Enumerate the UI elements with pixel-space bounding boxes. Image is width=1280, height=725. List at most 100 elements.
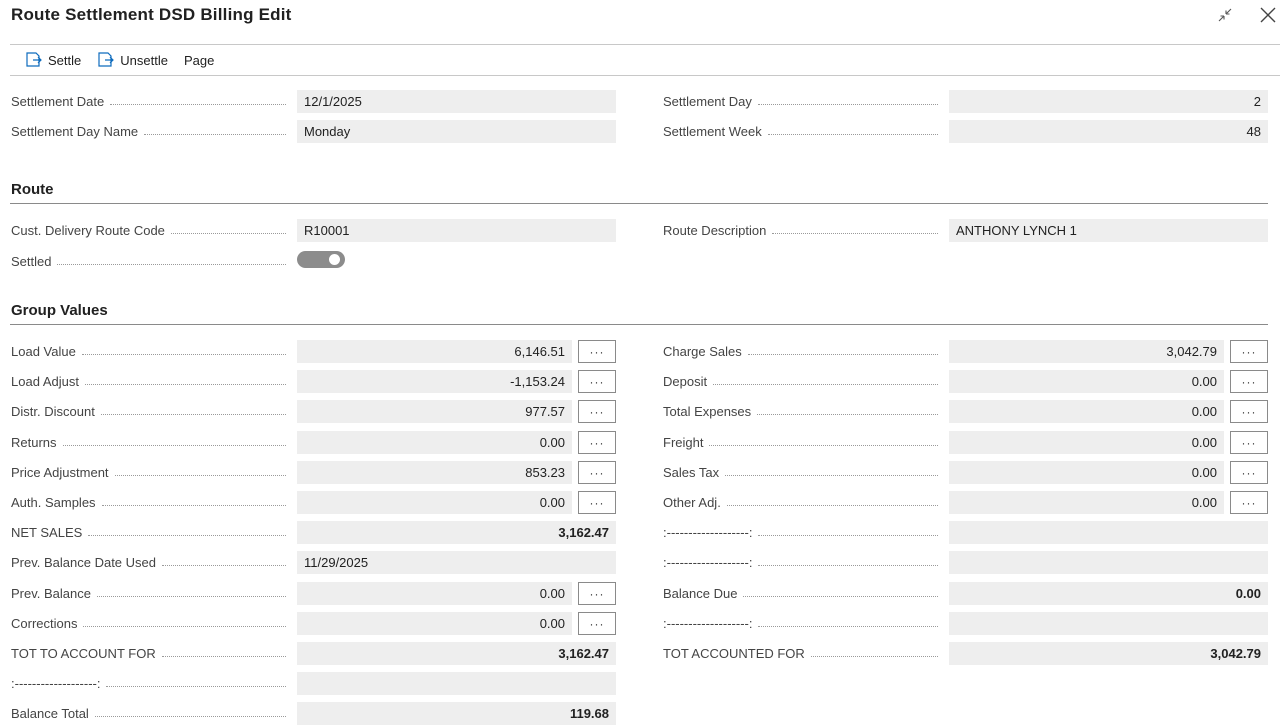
balance-total-field[interactable]: 119.68 — [297, 702, 616, 725]
tot-accounted-for-label: TOT ACCOUNTED FOR — [663, 646, 811, 661]
route-description-field[interactable]: ANTHONY LYNCH 1 — [949, 219, 1268, 242]
separator-field[interactable] — [949, 551, 1268, 574]
group-values-divider — [10, 324, 1268, 325]
price-adjustment-lookup-button[interactable]: ··· — [578, 461, 616, 484]
prev-balance-lookup-button[interactable]: ··· — [578, 582, 616, 605]
freight-lookup-button[interactable]: ··· — [1230, 431, 1268, 454]
settled-label: Settled — [11, 254, 58, 269]
total-expenses-row: Total Expenses 0.00 ··· — [663, 400, 1268, 423]
balance-due-row: Balance Due 0.00 — [663, 582, 1268, 605]
separator-field[interactable] — [949, 521, 1268, 544]
other-adj-lookup-button[interactable]: ··· — [1230, 491, 1268, 514]
net-sales-field[interactable]: 3,162.47 — [297, 521, 616, 544]
settlement-day-row: Settlement Day 2 — [663, 90, 1268, 113]
route-divider — [10, 203, 1268, 204]
returns-label: Returns — [11, 435, 63, 450]
separator-label: :-------------------: — [663, 525, 759, 540]
balance-due-label: Balance Due — [663, 586, 744, 601]
balance-due-field[interactable]: 0.00 — [949, 582, 1268, 605]
returns-field[interactable]: 0.00 — [297, 431, 572, 454]
day-name-field[interactable]: Monday — [297, 120, 616, 143]
separator-row: :-------------------: — [663, 612, 1268, 635]
settlement-date-label: Settlement Date — [11, 94, 111, 109]
unsettle-icon — [98, 52, 115, 67]
freight-field[interactable]: 0.00 — [949, 431, 1224, 454]
load-adjust-lookup-button[interactable]: ··· — [578, 370, 616, 393]
close-icon[interactable] — [1257, 4, 1279, 26]
charge-sales-lookup-button[interactable]: ··· — [1230, 340, 1268, 363]
prev-balance-row: Prev. Balance 0.00 ··· — [11, 582, 616, 605]
separator-label: :-------------------: — [663, 616, 759, 631]
settlement-day-label: Settlement Day — [663, 94, 758, 109]
prev-balance-date-used-field[interactable]: 11/29/2025 — [297, 551, 616, 574]
separator-row: :-------------------: — [663, 521, 1268, 544]
collapse-icon[interactable] — [1214, 4, 1236, 26]
route-description-row: Route Description ANTHONY LYNCH 1 — [663, 219, 1268, 242]
auth-samples-lookup-button[interactable]: ··· — [578, 491, 616, 514]
corrections-field[interactable]: 0.00 — [297, 612, 572, 635]
day-name-label: Settlement Day Name — [11, 124, 145, 139]
load-adjust-row: Load Adjust -1,153.24 ··· — [11, 370, 616, 393]
load-value-lookup-button[interactable]: ··· — [578, 340, 616, 363]
separator-row: :-------------------: — [11, 672, 616, 695]
route-code-label: Cust. Delivery Route Code — [11, 223, 171, 238]
auth-samples-label: Auth. Samples — [11, 495, 102, 510]
other-adj-row: Other Adj. 0.00 ··· — [663, 491, 1268, 514]
settlement-week-label: Settlement Week — [663, 124, 768, 139]
unsettle-button[interactable]: Unsettle — [97, 52, 168, 68]
settled-row: Settled — [11, 250, 616, 273]
route-code-field[interactable]: R10001 — [297, 219, 616, 242]
prev-balance-field[interactable]: 0.00 — [297, 582, 572, 605]
returns-lookup-button[interactable]: ··· — [578, 431, 616, 454]
settlement-date-field[interactable]: 12/1/2025 — [297, 90, 616, 113]
deposit-label: Deposit — [663, 374, 714, 389]
separator-row: :-------------------: — [663, 551, 1268, 574]
separator-label: :-------------------: — [663, 555, 759, 570]
auth-samples-field[interactable]: 0.00 — [297, 491, 572, 514]
tot-to-account-for-row: TOT TO ACCOUNT FOR 3,162.47 — [11, 642, 616, 665]
distr-discount-field[interactable]: 977.57 — [297, 400, 572, 423]
settlement-week-field[interactable]: 48 — [949, 120, 1268, 143]
load-adjust-label: Load Adjust — [11, 374, 85, 389]
settle-button[interactable]: Settle — [25, 52, 81, 68]
deposit-lookup-button[interactable]: ··· — [1230, 370, 1268, 393]
sales-tax-lookup-button[interactable]: ··· — [1230, 461, 1268, 484]
separator-label: :-------------------: — [11, 676, 107, 691]
page-menu-button[interactable]: Page — [184, 53, 214, 68]
settled-toggle[interactable] — [297, 251, 345, 268]
balance-total-label: Balance Total — [11, 706, 95, 721]
deposit-field[interactable]: 0.00 — [949, 370, 1224, 393]
auth-samples-row: Auth. Samples 0.00 ··· — [11, 491, 616, 514]
freight-label: Freight — [663, 435, 710, 450]
route-code-row: Cust. Delivery Route Code R10001 — [11, 219, 616, 242]
price-adjustment-label: Price Adjustment — [11, 465, 115, 480]
other-adj-label: Other Adj. — [663, 495, 727, 510]
distr-discount-lookup-button[interactable]: ··· — [578, 400, 616, 423]
route-description-label: Route Description — [663, 223, 773, 238]
distr-discount-label: Distr. Discount — [11, 404, 101, 419]
settle-label: Settle — [48, 52, 82, 68]
other-adj-field[interactable]: 0.00 — [949, 491, 1224, 514]
net-sales-row: NET SALES 3,162.47 — [11, 521, 616, 544]
tot-accounted-for-field[interactable]: 3,042.79 — [949, 642, 1268, 665]
net-sales-label: NET SALES — [11, 525, 89, 540]
sales-tax-field[interactable]: 0.00 — [949, 461, 1224, 484]
separator-field[interactable] — [297, 672, 616, 695]
corrections-label: Corrections — [11, 616, 84, 631]
settlement-day-field[interactable]: 2 — [949, 90, 1268, 113]
load-adjust-field[interactable]: -1,153.24 — [297, 370, 572, 393]
prev-balance-date-used-row: Prev. Balance Date Used 11/29/2025 — [11, 551, 616, 574]
corrections-lookup-button[interactable]: ··· — [578, 612, 616, 635]
separator-field[interactable] — [949, 612, 1268, 635]
tot-accounted-for-row: TOT ACCOUNTED FOR 3,042.79 — [663, 642, 1268, 665]
charge-sales-field[interactable]: 3,042.79 — [949, 340, 1224, 363]
tot-to-account-for-label: TOT TO ACCOUNT FOR — [11, 646, 162, 661]
load-value-field[interactable]: 6,146.51 — [297, 340, 572, 363]
total-expenses-lookup-button[interactable]: ··· — [1230, 400, 1268, 423]
returns-row: Returns 0.00 ··· — [11, 431, 616, 454]
price-adjustment-field[interactable]: 853.23 — [297, 461, 572, 484]
total-expenses-field[interactable]: 0.00 — [949, 400, 1224, 423]
tot-to-account-for-field[interactable]: 3,162.47 — [297, 642, 616, 665]
toggle-knob — [329, 254, 340, 265]
sales-tax-row: Sales Tax 0.00 ··· — [663, 461, 1268, 484]
